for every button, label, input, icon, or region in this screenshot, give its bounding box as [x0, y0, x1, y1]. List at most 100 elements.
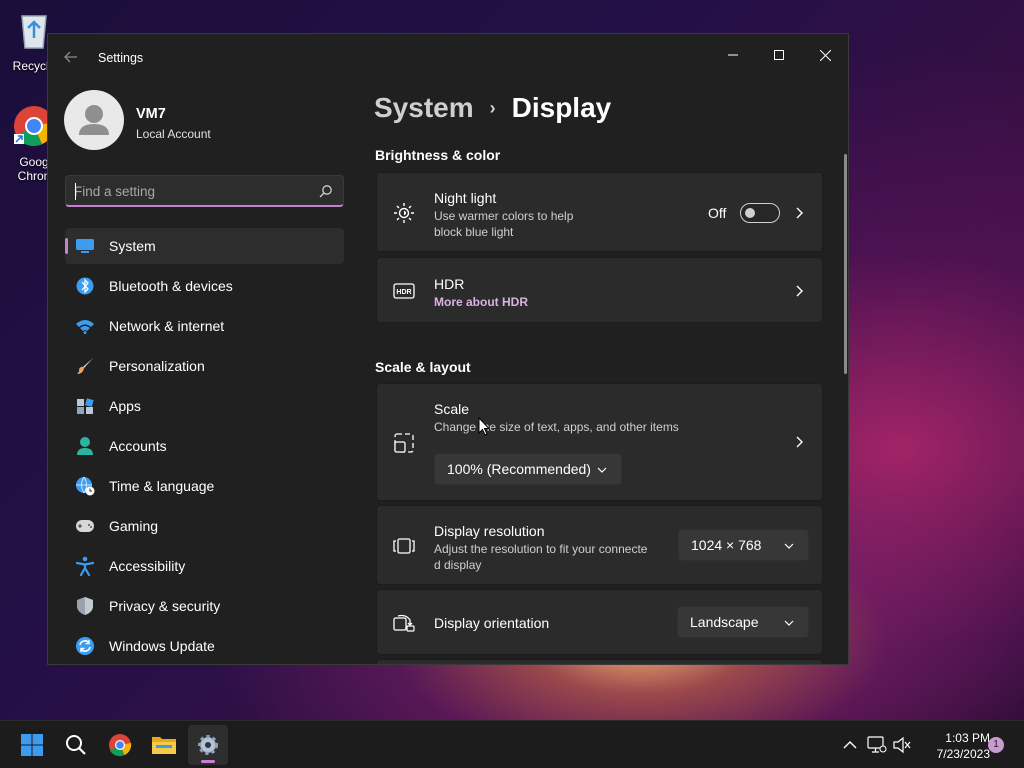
settings-window: Settings VM7 Local Account Find a settin… [47, 33, 849, 665]
mouse-cursor-icon [478, 417, 490, 436]
close-button[interactable] [802, 40, 848, 70]
folder-icon [152, 737, 176, 754]
sidebar-item-label: Privacy & security [109, 598, 221, 614]
chevron-right-icon[interactable] [792, 435, 806, 449]
taskbar-file-explorer-button[interactable] [144, 725, 184, 765]
chevron-right-icon: › [489, 97, 496, 118]
sidebar-item-gaming[interactable]: Gaming [65, 508, 344, 544]
taskbar-settings-button[interactable] [188, 725, 228, 765]
chevron-right-icon[interactable] [792, 206, 806, 220]
minimize-button[interactable] [710, 40, 756, 70]
monitor-icon [75, 236, 95, 256]
sidebar-item-label: Bluetooth & devices [109, 278, 233, 294]
brush-icon [75, 356, 95, 376]
section-title-brightness: Brightness & color [375, 147, 501, 163]
clock-date: 7/23/2023 [936, 747, 990, 761]
scale-icon [393, 432, 415, 454]
sidebar-item-label: Personalization [109, 358, 205, 374]
notification-badge[interactable]: 1 [988, 737, 1004, 753]
sidebar-item-network[interactable]: Network & internet [65, 308, 344, 344]
taskbar-search-button[interactable] [56, 725, 96, 765]
svg-text:HDR: HDR [396, 289, 411, 296]
maximize-button[interactable] [756, 40, 802, 70]
globe-clock-icon [75, 476, 95, 496]
network-tray-button[interactable] [867, 735, 887, 755]
resolution-dropdown-value: 1024 × 768 [691, 537, 762, 553]
sidebar-item-bluetooth[interactable]: Bluetooth & devices [65, 268, 344, 304]
hdr-card[interactable]: HDR HDR More about HDR [376, 257, 823, 323]
app-title: Settings [98, 51, 144, 65]
display-resolution-title: Display resolution [434, 523, 545, 539]
page-title: Display [511, 92, 612, 123]
scale-dropdown-value: 100% (Recommended) [447, 461, 591, 477]
windows-logo-icon [21, 734, 43, 756]
sidebar-nav: System Bluetooth & devices Network & int… [65, 228, 344, 664]
show-hidden-icons-button[interactable] [840, 735, 860, 755]
orientation-icon [393, 612, 415, 634]
sidebar-item-system[interactable]: System [65, 228, 344, 264]
display-orientation-card: Display orientation Landscape [376, 589, 823, 655]
breadcrumb-parent-system[interactable]: System [374, 92, 474, 124]
taskbar-chrome-button[interactable] [100, 725, 140, 765]
chrome-icon [109, 734, 132, 757]
sidebar-item-label: Accessibility [109, 558, 186, 574]
chevron-down-icon [784, 620, 794, 626]
chevron-down-icon [597, 467, 607, 473]
sidebar-item-apps[interactable]: Apps [65, 388, 344, 424]
sidebar-item-privacy-security[interactable]: Privacy & security [65, 588, 344, 624]
settings-search-box[interactable] [65, 175, 344, 207]
chevron-right-icon[interactable] [792, 284, 806, 298]
profile-account-type: Local Account [136, 127, 211, 141]
volume-tray-button[interactable] [892, 735, 912, 755]
display-resolution-subtitle-2: d display [434, 558, 482, 572]
scale-subtitle: Change the size of text, apps, and other… [434, 420, 679, 434]
next-setting-card[interactable] [376, 659, 823, 664]
taskbar-clock[interactable]: 1:03 PM 7/23/2023 [920, 730, 990, 762]
title-bar[interactable]: Settings [48, 34, 848, 82]
back-button[interactable] [64, 50, 82, 68]
display-resolution-card: Display resolution Adjust the resolution… [376, 505, 823, 585]
bluetooth-icon [75, 276, 95, 296]
taskbar: 1:03 PM 7/23/2023 1 [0, 720, 1024, 768]
more-about-hdr-link[interactable]: More about HDR [434, 295, 528, 309]
start-button[interactable] [12, 725, 52, 765]
sidebar-item-accessibility[interactable]: Accessibility [65, 548, 344, 584]
maximize-icon [774, 50, 784, 60]
user-silhouette-icon [79, 105, 109, 135]
display-orientation-title: Display orientation [434, 615, 550, 631]
update-icon [75, 636, 95, 656]
gear-icon [198, 735, 218, 755]
section-title-scale-layout: Scale & layout [375, 359, 471, 375]
resolution-icon [393, 535, 415, 557]
sidebar-item-time-language[interactable]: Time & language [65, 468, 344, 504]
search-icon[interactable] [319, 184, 333, 198]
night-light-subtitle-1: Use warmer colors to help [434, 209, 574, 223]
clock-time: 1:03 PM [945, 731, 990, 745]
scale-title: Scale [434, 401, 470, 417]
minimize-icon [728, 54, 738, 56]
avatar [64, 90, 124, 150]
volume-muted-icon [893, 736, 911, 754]
sidebar-item-personalization[interactable]: Personalization [65, 348, 344, 384]
resolution-dropdown[interactable]: 1024 × 768 [678, 529, 809, 561]
orientation-dropdown[interactable]: Landscape [677, 606, 809, 638]
night-light-title: Night light [434, 190, 497, 206]
sidebar-item-accounts[interactable]: Accounts [65, 428, 344, 464]
sidebar-item-label: Time & language [109, 478, 215, 494]
arrow-left-icon [64, 51, 77, 63]
scale-dropdown[interactable]: 100% (Recommended) [434, 453, 622, 485]
content-scrollbar[interactable] [844, 154, 847, 374]
sidebar-item-label: Accounts [109, 438, 167, 454]
person-icon [75, 436, 95, 456]
night-light-subtitle-2: block blue light [434, 225, 514, 239]
text-caret [75, 183, 76, 200]
hdr-title: HDR [434, 276, 465, 292]
chevron-down-icon [784, 543, 794, 549]
sidebar-item-windows-update[interactable]: Windows Update [65, 628, 344, 664]
night-light-card[interactable]: Night light Use warmer colors to help bl… [376, 172, 823, 252]
search-input[interactable] [74, 181, 304, 201]
night-light-toggle[interactable] [740, 203, 780, 223]
night-light-state-label: Off [708, 205, 727, 221]
close-icon [819, 49, 831, 61]
scale-card[interactable]: Scale Change the size of text, apps, and… [376, 383, 823, 501]
